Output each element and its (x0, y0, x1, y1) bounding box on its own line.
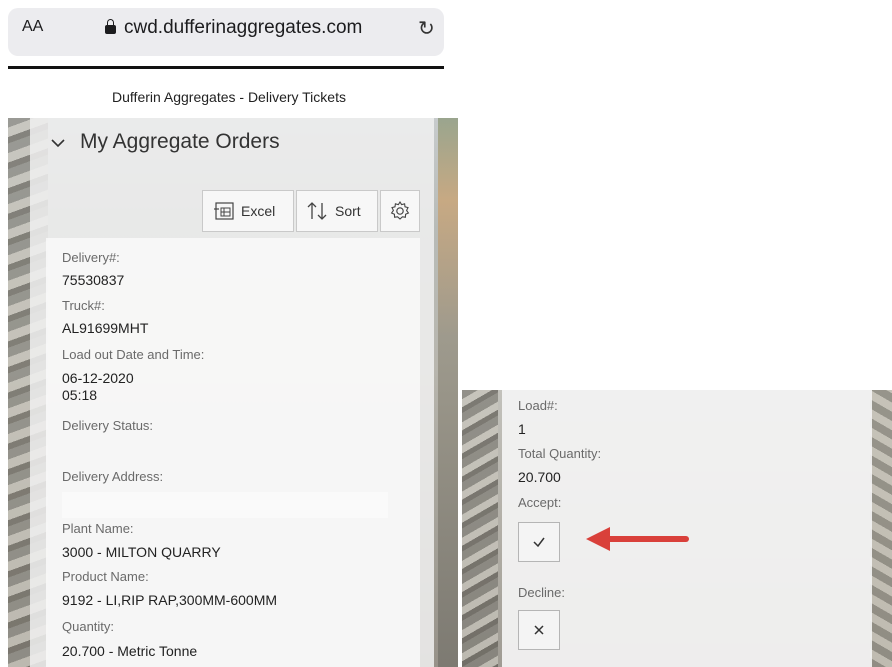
settings-button[interactable] (380, 190, 420, 232)
decline-label: Decline: (518, 585, 565, 600)
left-screenshot: AA cwd.dufferinaggregates.com ↻ Dufferin… (0, 0, 458, 667)
total-quantity-value: 20.700 (518, 469, 561, 485)
load-value: 1 (518, 421, 526, 437)
accept-button[interactable] (518, 522, 560, 562)
excel-export-button[interactable]: Excel (202, 190, 294, 232)
delivery-address-value (62, 492, 388, 518)
loadout-label: Load out Date and Time: (62, 347, 205, 362)
load-label: Load#: (518, 398, 558, 413)
truck-value: AL91699MHT (62, 320, 149, 336)
sort-button[interactable]: Sort (296, 190, 378, 232)
decline-button[interactable] (518, 610, 560, 650)
annotation-arrow-icon (586, 527, 689, 551)
product-name-value: 9192 - LI,RIP RAP,300MM-600MM (62, 592, 278, 608)
sort-arrows-icon (307, 202, 327, 220)
url-text[interactable]: cwd.dufferinaggregates.com (124, 17, 362, 39)
check-icon (533, 537, 545, 548)
close-icon (534, 625, 544, 635)
reload-icon[interactable]: ↻ (418, 16, 435, 41)
quantity-label: Quantity: (62, 619, 115, 634)
plant-name-value: 3000 - MILTON QUARRY (62, 544, 221, 560)
delivery-status-label: Delivery Status: (62, 418, 154, 433)
delivery-address-label: Delivery Address: (62, 469, 164, 484)
sort-button-label: Sort (335, 203, 361, 219)
right-screenshot: Load#: 1 Total Quantity: 20.700 Accept: … (462, 390, 892, 667)
text-size-button[interactable]: AA (22, 18, 43, 36)
product-name-label: Product Name: (62, 569, 149, 584)
plant-name-label: Plant Name: (62, 521, 134, 536)
delivery-label: Delivery#: (62, 250, 120, 265)
gear-icon (390, 200, 410, 220)
chevron-down-icon[interactable] (48, 133, 68, 153)
delivery-value: 75530837 (62, 272, 125, 288)
total-quantity-label: Total Quantity: (518, 446, 602, 461)
loadout-time: 05:18 (62, 387, 98, 403)
excel-button-label: Excel (241, 203, 276, 219)
page-title: Dufferin Aggregates - Delivery Tickets (112, 89, 346, 105)
quantity-value: 20.700 - Metric Tonne (62, 643, 198, 659)
truck-label: Truck#: (62, 298, 105, 313)
loadout-date: 06-12-2020 (62, 370, 134, 386)
lock-icon (105, 19, 116, 34)
accept-label: Accept: (518, 495, 562, 510)
spreadsheet-icon (214, 202, 234, 220)
divider (8, 66, 444, 69)
section-title: My Aggregate Orders (80, 130, 280, 153)
